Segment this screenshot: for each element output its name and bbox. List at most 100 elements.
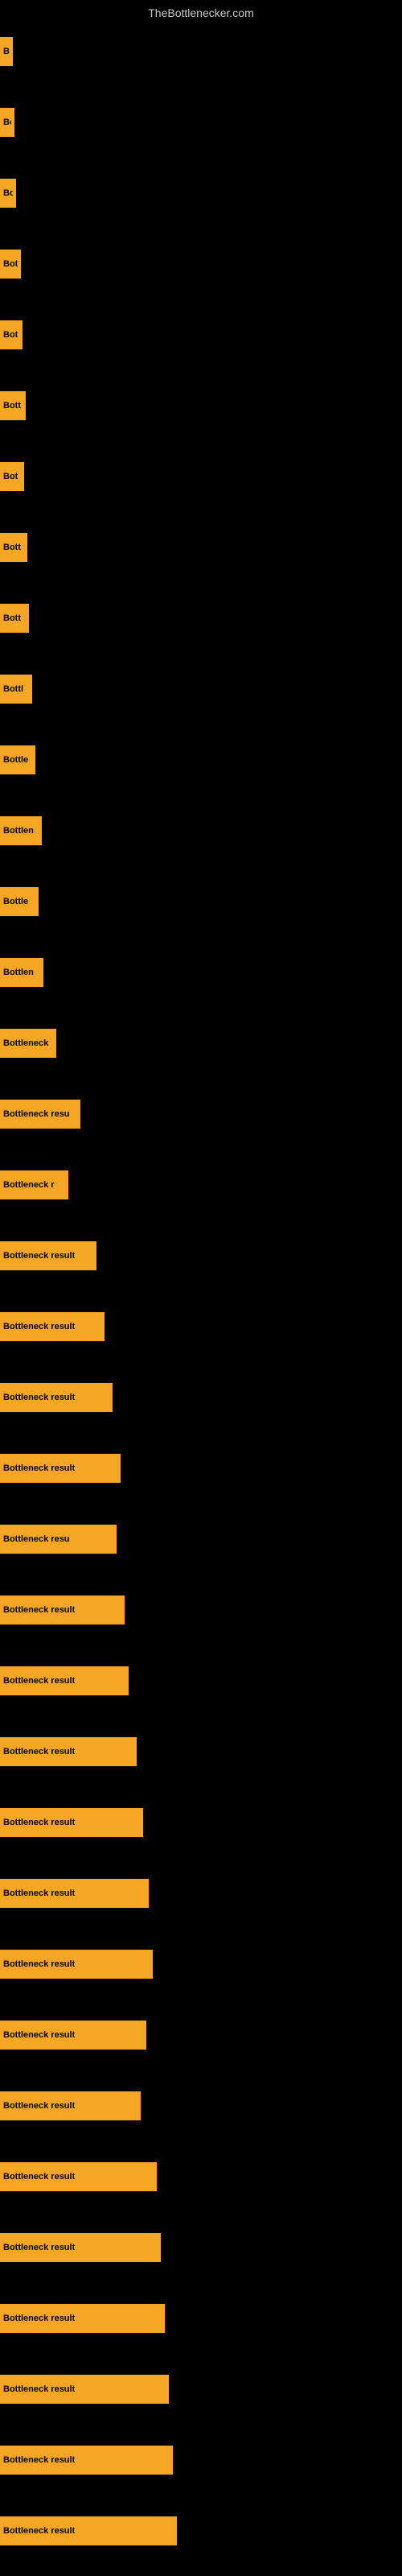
bar-row: Bo [0,158,402,229]
bar-label: Bottleneck result [3,1605,75,1615]
bar-item: Bottleneck result [0,2304,165,2333]
bar-row: Bot [0,299,402,370]
bar-row: Bottle [0,724,402,795]
bars-container: B Bo Bo Bott Bot Bott Bot Bott Bott Bottl Bottle Bo… [0,16,402,2566]
bar-row: B [0,16,402,87]
bar-label: Bo [3,188,13,198]
bar-row: Bottleneck result [0,1787,402,1858]
bar-label: Bottleneck result [3,1251,75,1261]
bar-row: Bottleneck resu [0,1079,402,1150]
bar-label: Bottlen [3,968,34,977]
bar-label: Bottleneck result [3,2030,75,2040]
bar-row: Bott [0,583,402,654]
bar-label: Bottleneck result [3,1322,75,1331]
bar-item: Bottleneck result [0,2021,146,2050]
bar-row: Bott [0,370,402,441]
bar-row: Bottleneck result [0,1645,402,1716]
bar-item: Bottleneck result [0,1596,125,1624]
bar-item: Bottleneck result [0,1737,137,1766]
bar-label: Bott [3,613,21,623]
bar-label: Bottleneck result [3,2526,75,2536]
bar-row: Bottleneck result [0,1291,402,1362]
bar-label: Bottleneck result [3,1393,75,1402]
bar-label: Bottleneck result [3,1889,75,1898]
bar-row: Bottlen [0,937,402,1008]
bar-row: Bottleneck result [0,2141,402,2212]
bar-row: Bottleneck result [0,2354,402,2425]
bar-item: Bottleneck result [0,1666,129,1695]
bar-row: Bottle [0,866,402,937]
bar-label: Bottleneck resu [3,1534,70,1544]
bar-row: Bottleneck result [0,2000,402,2070]
bar-item: Bottleneck result [0,1454,121,1483]
bar-item: Bottlen [0,958,43,987]
bar-item: Bott [0,391,26,420]
bar-item: Bottleneck result [0,1950,153,1979]
bar-item: B [0,37,13,66]
bar-row: Bo [0,87,402,158]
bar-label: Bottleneck result [3,2172,75,2182]
bar-label: Bottleneck r [3,1180,55,1190]
bar-item: Bot [0,320,23,349]
bar-label: Bo [3,118,11,127]
bar-label: Bottleneck [3,1038,48,1048]
bar-label: Bottleneck resu [3,1109,70,1119]
bar-item: Bottleneck [0,1029,56,1058]
bar-row: Bottleneck result [0,1929,402,2000]
bar-item: Bottleneck result [0,2233,161,2262]
bar-row: Bottleneck result [0,1220,402,1291]
bar-label: Bottleneck result [3,2314,75,2323]
bar-row: Bottlen [0,795,402,866]
bar-label: Bot [3,330,18,340]
bar-label: Bottleneck result [3,1747,75,1757]
bar-item: Bott [0,250,21,279]
bar-row: Bottleneck result [0,2212,402,2283]
bar-row: Bott [0,229,402,299]
bar-label: B [3,47,10,56]
bar-item: Bottleneck result [0,1808,143,1837]
bar-row: Bottleneck resu [0,1504,402,1575]
bar-row: Bottleneck result [0,1575,402,1645]
bar-item: Bottl [0,675,32,704]
bar-row: Bottleneck r [0,1150,402,1220]
bar-item: Bottle [0,887,39,916]
bar-label: Bott [3,543,21,552]
bar-label: Bottleneck result [3,1676,75,1686]
bar-item: Bottleneck result [0,2516,177,2545]
bar-item: Bottleneck r [0,1170,68,1199]
bar-item: Bottlen [0,816,42,845]
bar-row: Bottleneck result [0,2496,402,2566]
bar-item: Bottleneck result [0,2446,173,2475]
bar-label: Bottleneck result [3,2384,75,2394]
bar-label: Bottleneck result [3,2101,75,2111]
bar-row: Bottleneck result [0,1433,402,1504]
bar-item: Bottleneck result [0,2162,157,2191]
bar-label: Bottl [3,684,23,694]
bar-item: Bott [0,533,27,562]
bar-item: Bottleneck result [0,1241,96,1270]
bar-label: Bott [3,401,21,411]
bar-row: Bottleneck result [0,1716,402,1787]
bar-label: Bottleneck result [3,1818,75,1827]
bar-item: Bottleneck result [0,2375,169,2404]
bar-row: Bottleneck result [0,2070,402,2141]
bar-row: Bottleneck result [0,1362,402,1433]
bar-item: Bottle [0,745,35,774]
bar-item: Bott [0,604,29,633]
bar-item: Bottleneck result [0,1312,105,1341]
bar-label: Bottle [3,897,28,906]
bar-label: Bottleneck result [3,2455,75,2465]
bar-label: Bottlen [3,826,34,836]
bar-row: Bottl [0,654,402,724]
bar-item: Bottleneck resu [0,1100,80,1129]
bar-row: Bottleneck result [0,2283,402,2354]
bar-item: Bottleneck result [0,1383,113,1412]
bar-label: Bot [3,472,18,481]
bar-item: Bottleneck result [0,1879,149,1908]
bar-label: Bottleneck result [3,1959,75,1969]
bar-label: Bottleneck result [3,1463,75,1473]
bar-item: Bot [0,462,24,491]
bar-row: Bottleneck [0,1008,402,1079]
bar-row: Bottleneck result [0,2425,402,2496]
bar-item: Bottleneck resu [0,1525,117,1554]
